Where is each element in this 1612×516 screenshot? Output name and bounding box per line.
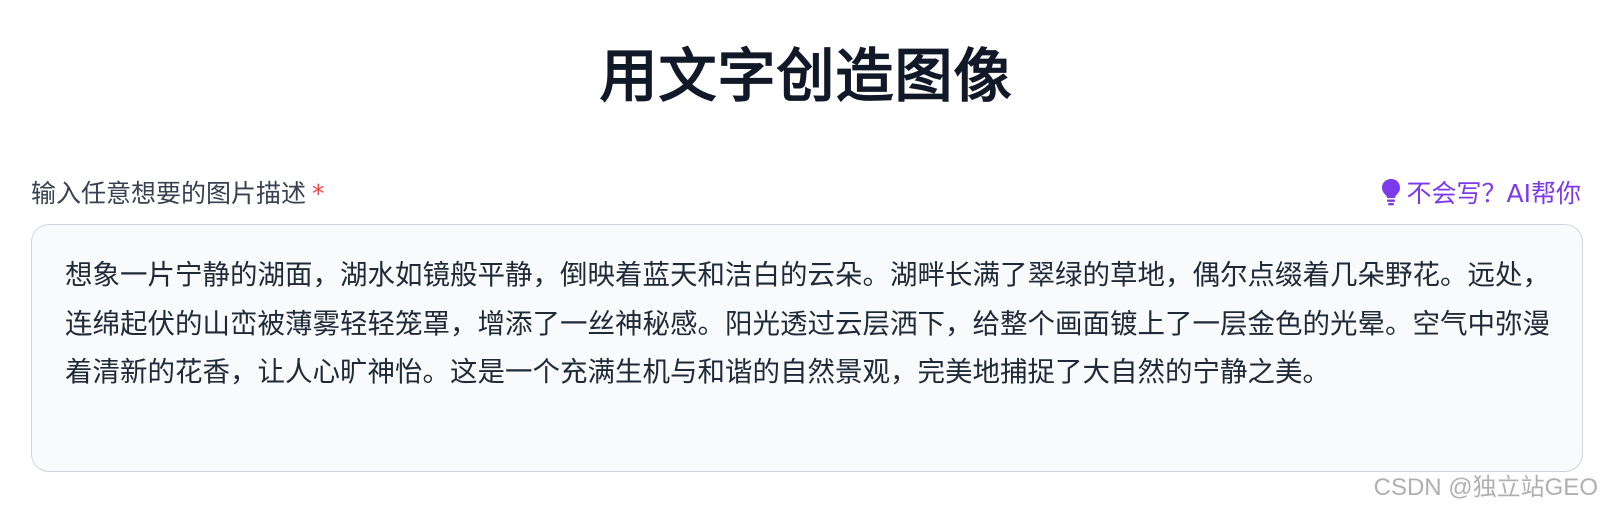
prompt-label-row: 输入任意想要的图片描述 * 不会写？AI帮你 <box>31 172 1581 212</box>
prompt-label-text: 输入任意想要的图片描述 <box>31 179 307 208</box>
page-title: 用文字创造图像 <box>599 42 1013 110</box>
page: 用文字创造图像 输入任意想要的图片描述 * 不会写？AI帮你 想象一片宁静的湖面，… <box>0 0 1612 516</box>
lightbulb-icon <box>1381 178 1401 206</box>
prompt-label: 输入任意想要的图片描述 * <box>31 174 325 210</box>
ai-help-label: 不会写？AI帮你 <box>1406 179 1581 208</box>
prompt-textarea[interactable]: 想象一片宁静的湖面，湖水如镜般平静，倒映着蓝天和洁白的云朵。湖畔长满了翠绿的草地… <box>31 224 1583 472</box>
ai-help-link[interactable]: 不会写？AI帮你 <box>1381 174 1581 210</box>
watermark: CSDN @独立站GEO <box>1373 474 1598 501</box>
required-mark: * <box>312 179 325 208</box>
